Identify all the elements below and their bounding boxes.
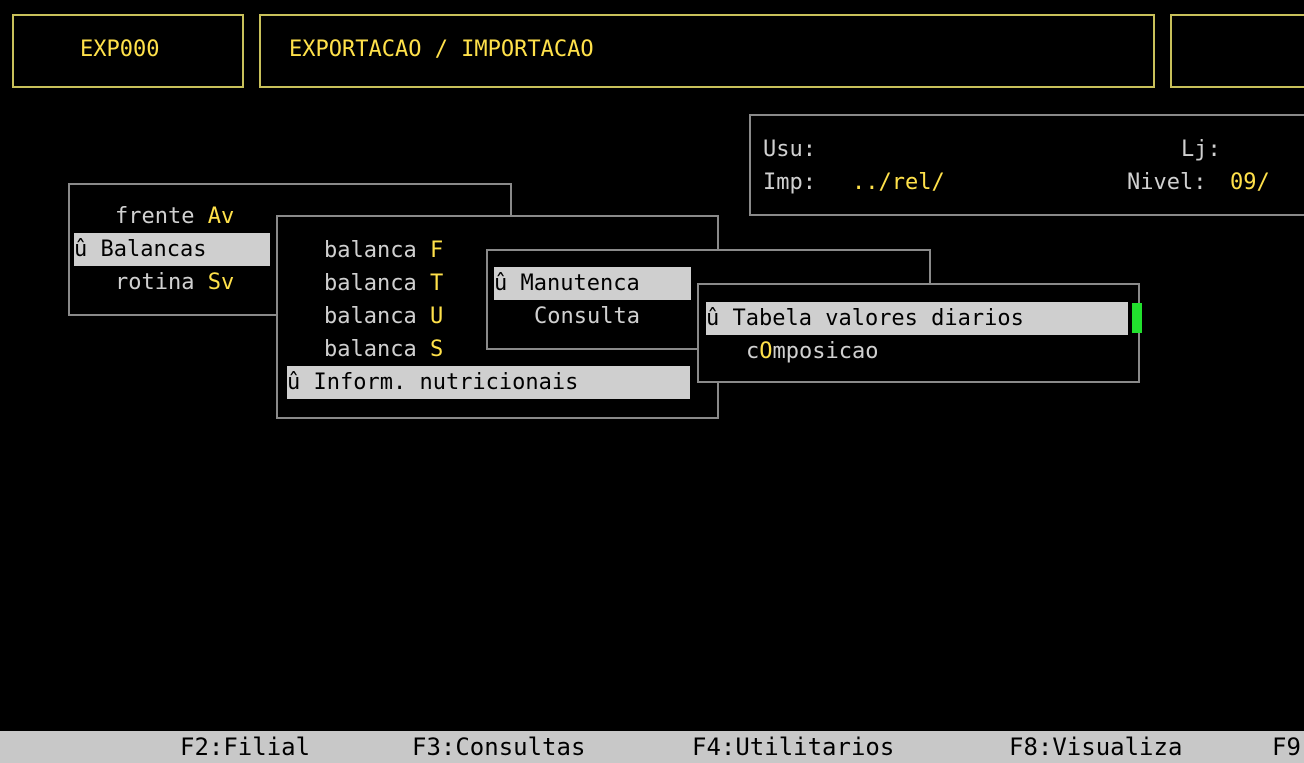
- user-info-box: [749, 114, 1304, 216]
- menu-item-label: c: [746, 339, 760, 364]
- fkey-f2-filial[interactable]: F2:Filial: [180, 731, 310, 763]
- menu-item-label: balanca: [324, 238, 430, 263]
- selection-marker-icon: û: [706, 306, 720, 331]
- menu-item-frente[interactable]: frente Av: [115, 200, 234, 233]
- selection-marker-icon: û: [74, 237, 88, 262]
- menu-item-label: balanca: [324, 271, 430, 296]
- menu-item-hotkey: O: [759, 339, 773, 364]
- usu-label: Usu:: [763, 137, 816, 162]
- menu-item-hotkey: Av: [207, 204, 235, 229]
- menu-item-label: Balancas: [87, 237, 207, 262]
- menu-item-hotkey: T: [429, 271, 444, 296]
- menu-item-label: balanca: [324, 304, 430, 329]
- menu-item-balanca-u[interactable]: balanca U: [324, 300, 443, 333]
- menu-item-hotkey: S: [429, 337, 444, 362]
- menu-item-label: Inform. nutricionais: [300, 370, 579, 395]
- fkey-f9[interactable]: F9: [1272, 731, 1301, 763]
- nivel-label: Nivel:: [1127, 170, 1207, 195]
- function-key-bar: F2:Filial F3:Consultas F4:Utilitarios F8…: [0, 731, 1304, 763]
- menu-item-composicao[interactable]: cOmposicao: [746, 335, 878, 368]
- menu-item-inform-nutricionais[interactable]: û Inform. nutricionais: [287, 366, 690, 399]
- menu-item-label: balanca: [324, 337, 430, 362]
- menu-item-consulta[interactable]: Consulta: [534, 300, 640, 333]
- menu-item-label: Tabela valores diarios: [719, 306, 1024, 331]
- imp-label: Imp:: [763, 170, 816, 195]
- fkey-f8-visualiza[interactable]: F8:Visualiza: [1009, 731, 1182, 763]
- fkey-f3-consultas[interactable]: F3:Consultas: [412, 731, 585, 763]
- nivel-value: 09/: [1230, 170, 1270, 195]
- menu-item-label: Manutenca: [507, 271, 640, 296]
- menu-item-hotkey: Sv: [207, 270, 235, 295]
- imp-value: ../rel/: [852, 170, 945, 195]
- header-right-box: [1170, 14, 1304, 88]
- lj-label: Lj:: [1181, 137, 1221, 162]
- menu-item-balanca-f[interactable]: balanca F: [324, 234, 443, 267]
- menu-item-label: frente: [115, 204, 208, 229]
- selection-marker-icon: û: [287, 370, 301, 395]
- program-code: EXP000: [80, 37, 160, 62]
- menu-item-rotina[interactable]: rotina Sv: [115, 266, 234, 299]
- selection-marker-icon: û: [494, 271, 508, 296]
- menu-item-hotkey: U: [429, 304, 444, 329]
- terminal-screen: EXP000 EXPORTACAO / IMPORTACAO Usu: Lj: …: [0, 0, 1304, 763]
- program-title: EXPORTACAO / IMPORTACAO: [289, 37, 594, 62]
- text-cursor: [1132, 303, 1142, 333]
- menu-item-label: mposicao: [772, 339, 879, 364]
- menu-item-label: rotina: [115, 270, 208, 295]
- menu-item-hotkey: F: [429, 238, 444, 263]
- menu-item-balancas[interactable]: û Balancas: [74, 233, 270, 266]
- menu-item-balanca-s[interactable]: balanca S: [324, 333, 443, 366]
- menu-item-tabela-valores-diarios[interactable]: û Tabela valores diarios: [706, 302, 1128, 335]
- menu-item-manutenca[interactable]: û Manutenca: [494, 267, 691, 300]
- fkey-f4-utilitarios[interactable]: F4:Utilitarios: [692, 731, 894, 763]
- menu-item-balanca-t[interactable]: balanca T: [324, 267, 443, 300]
